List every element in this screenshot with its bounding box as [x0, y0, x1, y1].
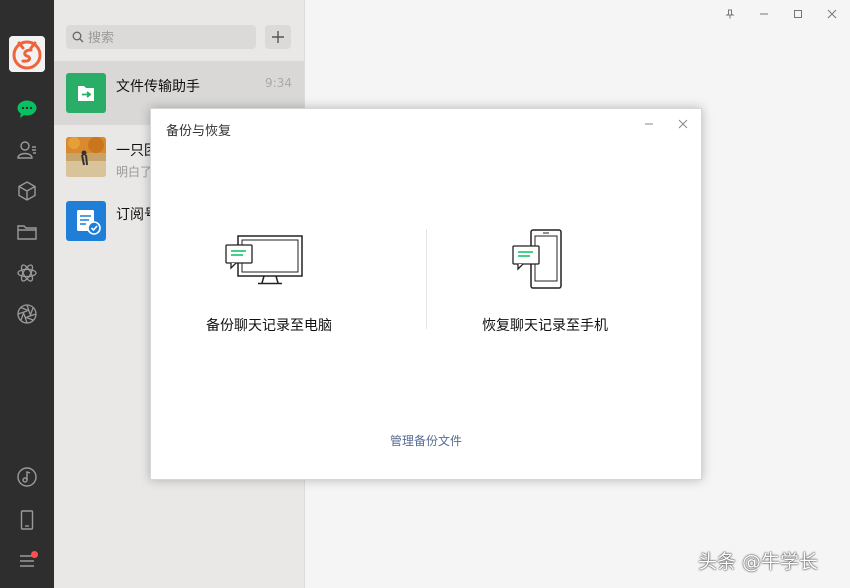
chat-icon[interactable]	[15, 97, 39, 121]
backup-restore-dialog: 备份与恢复 备份聊天记录至电脑 恢复聊天记录至手机 管理备份文件	[150, 108, 702, 480]
minimize-icon[interactable]	[756, 6, 772, 22]
phone-restore-icon	[512, 229, 562, 289]
file-transfer-avatar	[66, 73, 106, 113]
music-icon[interactable]	[15, 465, 39, 489]
plus-icon	[272, 31, 284, 43]
dialog-title: 备份与恢复	[166, 124, 232, 139]
contacts-icon[interactable]	[15, 138, 39, 162]
search-icon	[72, 31, 84, 43]
manage-backup-files-link[interactable]: 管理备份文件	[151, 432, 701, 449]
moments-icon[interactable]	[15, 261, 39, 285]
search-input[interactable]	[88, 25, 248, 49]
pin-icon[interactable]	[722, 6, 738, 22]
avatar[interactable]	[9, 36, 45, 72]
close-icon[interactable]	[824, 6, 840, 22]
dialog-close-icon[interactable]	[675, 116, 691, 132]
phone-icon[interactable]	[15, 508, 39, 532]
restore-label: 恢复聊天记录至手机	[482, 318, 608, 334]
notification-dot	[31, 551, 38, 558]
favorites-box-icon[interactable]	[15, 179, 39, 203]
menu-icon[interactable]	[15, 549, 39, 573]
watermark: 头条 @牛学长	[698, 551, 819, 573]
divider	[426, 229, 427, 329]
folder-icon[interactable]	[15, 220, 39, 244]
file-transfer-icon	[78, 86, 94, 101]
chat-preview: 明白了	[116, 165, 153, 179]
photo-avatar	[66, 137, 106, 177]
computer-icon	[225, 235, 303, 285]
chat-time: 9:34	[265, 76, 292, 90]
maximize-icon[interactable]	[790, 6, 806, 22]
sidebar	[0, 0, 54, 588]
chat-name: 文件传输助手	[116, 79, 200, 95]
subscription-avatar	[66, 201, 106, 241]
restore-to-phone-option[interactable]: 恢复聊天记录至手机	[430, 227, 660, 337]
add-button[interactable]	[265, 25, 291, 49]
backup-label: 备份聊天记录至电脑	[206, 318, 332, 334]
subscription-icon	[77, 210, 101, 235]
backup-to-pc-option[interactable]: 备份聊天记录至电脑	[154, 227, 384, 337]
search-box[interactable]	[66, 25, 256, 49]
aperture-icon[interactable]	[15, 302, 39, 326]
dialog-minimize-icon[interactable]	[641, 116, 657, 132]
